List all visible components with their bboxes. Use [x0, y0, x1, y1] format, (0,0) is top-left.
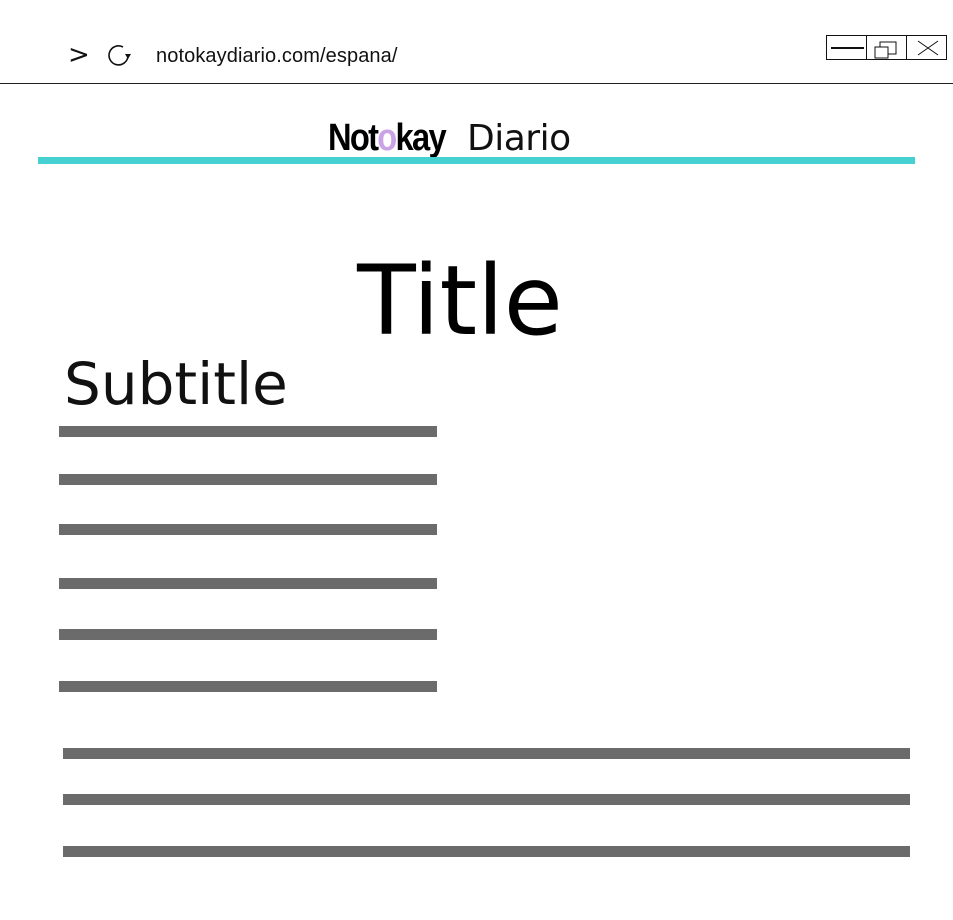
- page-title: Title: [357, 245, 563, 358]
- text-placeholder-line: [59, 629, 437, 640]
- site-logo[interactable]: Notokay Diario: [328, 117, 571, 160]
- reload-icon[interactable]: [104, 40, 134, 70]
- restore-button[interactable]: [866, 35, 907, 60]
- browser-toolbar: > notokaydiario.com/espana/: [0, 0, 953, 84]
- close-icon: [917, 40, 939, 56]
- text-placeholder-line: [59, 426, 437, 437]
- minimize-button[interactable]: [826, 35, 867, 60]
- text-placeholder-line: [63, 794, 910, 805]
- window-controls: [826, 35, 952, 60]
- brand-name-light: Diario: [467, 118, 571, 159]
- minimize-icon: [831, 47, 864, 49]
- close-button[interactable]: [906, 35, 947, 60]
- forward-icon[interactable]: >: [68, 42, 90, 68]
- page-subtitle: Subtitle: [64, 350, 288, 419]
- text-placeholder-line: [59, 524, 437, 535]
- text-placeholder-line: [63, 748, 910, 759]
- brand-name-bold: Notokay: [328, 117, 447, 159]
- text-placeholder-line: [59, 474, 437, 485]
- text-placeholder-line: [59, 681, 437, 692]
- text-placeholder-line: [59, 578, 437, 589]
- restore-icon: [874, 41, 897, 59]
- brand-accent-letter: o: [377, 117, 397, 159]
- header-accent-rule: [38, 157, 915, 164]
- text-placeholder-line: [63, 846, 910, 857]
- address-bar[interactable]: notokaydiario.com/espana/: [156, 45, 398, 68]
